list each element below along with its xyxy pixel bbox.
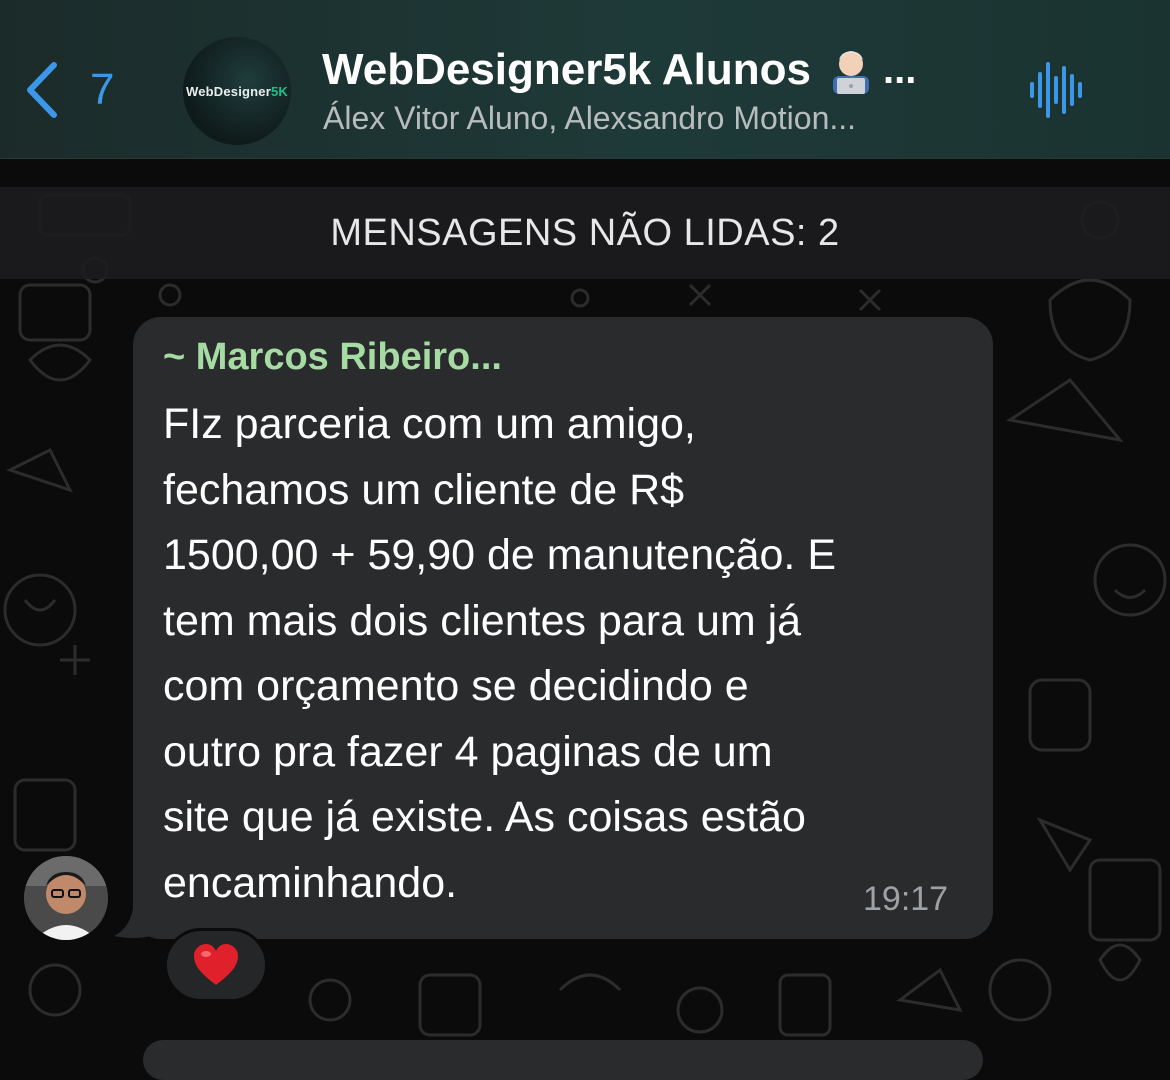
sender-avatar[interactable] [24,856,108,940]
chat-title[interactable]: WebDesigner5k Alunos ... [322,44,916,96]
message-text: FIz parceria com um amigo, fechamos um c… [163,400,837,907]
message-reaction[interactable] [164,928,268,1002]
group-avatar-logo: WebDesigner5K [185,83,289,99]
chat-title-text: WebDesigner5k Alunos [322,45,812,94]
unread-chats-count: 7 [90,65,115,114]
chat-header: 7 WebDesigner5K WebDesigner5k Alunos ...… [0,0,1170,159]
heart-icon [194,944,238,985]
chevron-left-icon [27,62,57,118]
next-message-bubble [143,1040,983,1080]
back-button[interactable]: 7 [22,58,132,122]
group-avatar[interactable]: WebDesigner5K [183,37,291,145]
message-timestamp: 19:17 [863,880,949,918]
audio-wave-icon [1030,62,1082,118]
technologist-emoji-icon [825,44,877,96]
audio-call-button[interactable] [1026,60,1086,120]
title-ellipsis: ... [883,47,917,92]
message-sender[interactable]: ~ Marcos Ribeiro... [163,336,502,379]
unread-messages-banner: MENSAGENS NÃO LIDAS: 2 [0,187,1170,279]
chat-participants: Álex Vitor Aluno, Alexsandro Motion... [323,100,857,136]
